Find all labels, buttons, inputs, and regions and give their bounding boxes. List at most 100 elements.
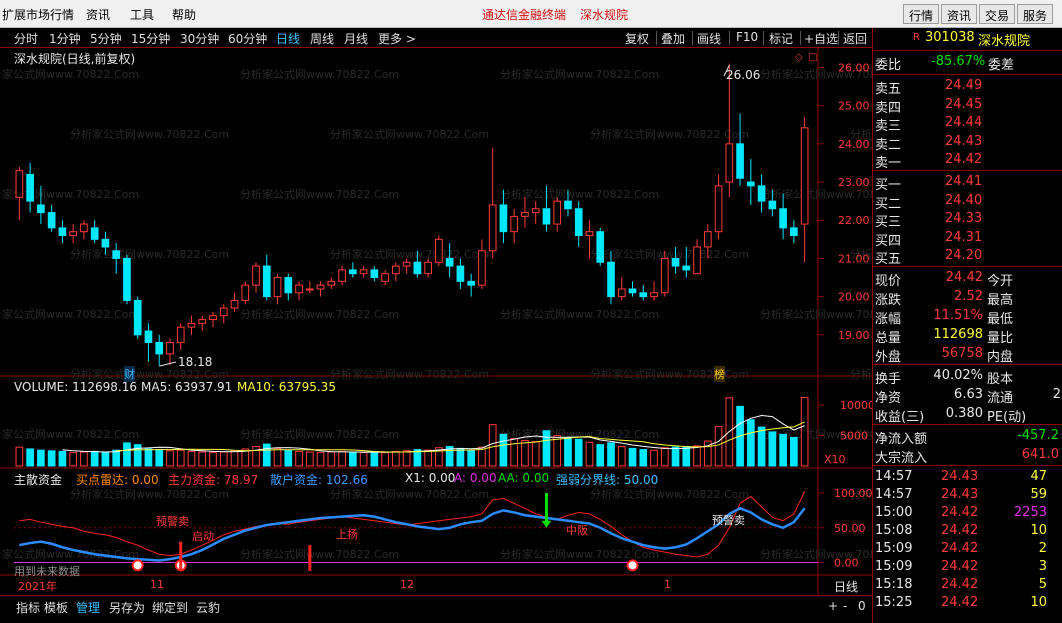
down-candle: [144, 330, 153, 343]
ranking-marker[interactable]: 榜: [714, 366, 725, 382]
low-pointer: [159, 361, 177, 367]
tick-time: 15:08: [875, 523, 913, 538]
tick-volume: 47: [1030, 469, 1047, 484]
mark-button[interactable]: 标记: [769, 30, 793, 47]
down-volume-bar: [564, 437, 572, 467]
period-30min[interactable]: 30分钟: [180, 30, 219, 47]
news-button[interactable]: 资讯: [941, 4, 978, 24]
stat-row[interactable]: 涨跌 2.52 最高: [873, 289, 1062, 308]
tick-row[interactable]: 15:00 24.42 2253: [873, 505, 1062, 523]
down-candle: [607, 261, 615, 298]
menu-news[interactable]: 资讯: [86, 6, 110, 23]
ask-label: 卖二: [875, 137, 902, 153]
overlay-button[interactable]: 叠加: [661, 30, 685, 47]
add-watchlist-button[interactable]: +自选: [804, 30, 838, 47]
menu-help[interactable]: 帮助: [172, 6, 196, 23]
period-weekly[interactable]: 周线: [310, 30, 334, 47]
down-volume-bar: [112, 449, 121, 467]
ask-price: 24.42: [945, 152, 983, 167]
indicator-tick-label: 50.00: [834, 522, 866, 535]
zoom-in-button[interactable]: +: [828, 599, 838, 613]
watermark-text: 分析家公式网www.70822.Com: [850, 367, 872, 381]
tab-manage[interactable]: 管理: [76, 599, 100, 616]
trade-button[interactable]: 交易: [979, 4, 1016, 24]
stat2-label2: 流通: [987, 391, 1014, 406]
f10-button[interactable]: F10: [736, 30, 758, 44]
tick-row[interactable]: 15:08 24.42 10: [873, 523, 1062, 541]
flow-row[interactable]: 大宗流入 641.0: [873, 447, 1062, 466]
bid-row[interactable]: 买二 24.40: [873, 193, 1062, 212]
period-monthly[interactable]: 月线: [344, 30, 368, 47]
tab-bind-to[interactable]: 绑定到: [152, 599, 188, 616]
ask-row[interactable]: 卖五 24.49: [873, 78, 1062, 97]
tick-volume: 10: [1030, 523, 1047, 538]
tick-row[interactable]: 15:25 24.42 10: [873, 595, 1062, 613]
down-candle: [671, 257, 680, 267]
ask-price: 24.43: [945, 133, 983, 149]
tick-row[interactable]: 14:57 24.43 47: [873, 469, 1062, 487]
menu-extended-market[interactable]: 扩展市场行情: [2, 6, 74, 23]
tick-row[interactable]: 15:18 24.42 5: [873, 577, 1062, 595]
watermark-text: 分析家公式网www.70822.Com: [590, 487, 749, 501]
stat2-row[interactable]: 收益(三) 0.380 PE(动): [873, 406, 1062, 425]
rise-annotation: 上扬: [336, 528, 358, 541]
period-5min[interactable]: 5分钟: [90, 30, 122, 47]
zoom-out-button[interactable]: -: [843, 599, 847, 613]
tab-template[interactable]: 模板: [44, 599, 68, 616]
tab-save-as[interactable]: 另存为: [109, 599, 145, 616]
up-volume-bar: [424, 449, 432, 467]
flow-row[interactable]: 净流入额 -457.2: [873, 428, 1062, 447]
up-volume-bar: [402, 450, 411, 467]
ask-row[interactable]: 卖一 24.42: [873, 152, 1062, 171]
diamond-icon[interactable]: ◇: [795, 52, 803, 63]
stat-row[interactable]: 现价 24.42 今开: [873, 270, 1062, 289]
ask-row[interactable]: 卖二 24.43: [873, 133, 1062, 153]
up-candle: [338, 269, 346, 282]
zoom-reset-button[interactable]: 0: [858, 599, 866, 613]
back-button[interactable]: 返回: [843, 30, 867, 47]
stat-row[interactable]: 外盘 56758 内盘: [873, 346, 1062, 365]
tick-row[interactable]: 15:09 24.42 3: [873, 559, 1062, 577]
service-button[interactable]: 服务: [1017, 4, 1054, 24]
period-60min[interactable]: 60分钟: [228, 30, 267, 47]
up-candle: [435, 238, 443, 263]
toolbar-divider: [838, 31, 839, 45]
stat2-row[interactable]: 换手 40.02% 股本: [873, 368, 1062, 387]
chart-area[interactable]: 分析家公式网www.70822.Com 分析家公式网www.70822.Com 分析…: [0, 48, 872, 596]
draw-line-button[interactable]: 画线: [697, 30, 721, 47]
tab-indicator[interactable]: 指标: [16, 599, 40, 616]
bid-row[interactable]: 买三 24.33: [873, 211, 1062, 230]
down-candle: [284, 277, 293, 294]
bid-row[interactable]: 买五 24.20: [873, 248, 1062, 267]
tab-cloud[interactable]: 云豹: [196, 599, 220, 616]
period-1min[interactable]: 1分钟: [49, 30, 81, 47]
stat2-value2: 2: [1052, 387, 1061, 402]
menu-tools[interactable]: 工具: [130, 6, 154, 23]
up-volume-bar: [714, 425, 723, 467]
bid-row[interactable]: 买四 24.31: [873, 230, 1062, 249]
ask-row[interactable]: 卖三 24.44: [873, 115, 1062, 134]
period-15min[interactable]: 15分钟: [131, 30, 170, 47]
period-more[interactable]: 更多 >: [378, 30, 416, 47]
watermark-text: 分析家公式网www.70822.Com: [760, 187, 872, 201]
up-volume-bar: [198, 451, 207, 467]
adjust-button[interactable]: 复权: [625, 30, 649, 47]
tick-row[interactable]: 14:57 24.43 59: [873, 487, 1062, 505]
period-intraday[interactable]: 分时: [14, 30, 38, 47]
flow-label: 净流入额: [875, 432, 928, 447]
bid-price: 24.20: [945, 248, 983, 263]
watermark-text: 分析家公式网www.70822.Com: [330, 247, 489, 261]
stat-value: 11.51%: [933, 308, 983, 323]
stat-row[interactable]: 总量 112698 量比: [873, 327, 1062, 346]
bid-row[interactable]: 买一 24.41: [873, 174, 1062, 193]
tick-row[interactable]: 15:09 24.42 2: [873, 541, 1062, 559]
ask-row[interactable]: 卖四 24.45: [873, 97, 1062, 116]
a-label: A: 0.00: [454, 471, 497, 485]
up-volume-bar: [650, 449, 658, 467]
quote-button[interactable]: 行情: [903, 4, 940, 24]
indicator-name[interactable]: 主散资金: [14, 471, 62, 488]
stat2-row[interactable]: 净资 6.63 流通 2: [873, 387, 1062, 406]
square-icon[interactable]: □: [808, 52, 817, 63]
stat-row[interactable]: 涨幅 11.51% 最低: [873, 308, 1062, 327]
period-daily[interactable]: 日线: [276, 30, 300, 47]
